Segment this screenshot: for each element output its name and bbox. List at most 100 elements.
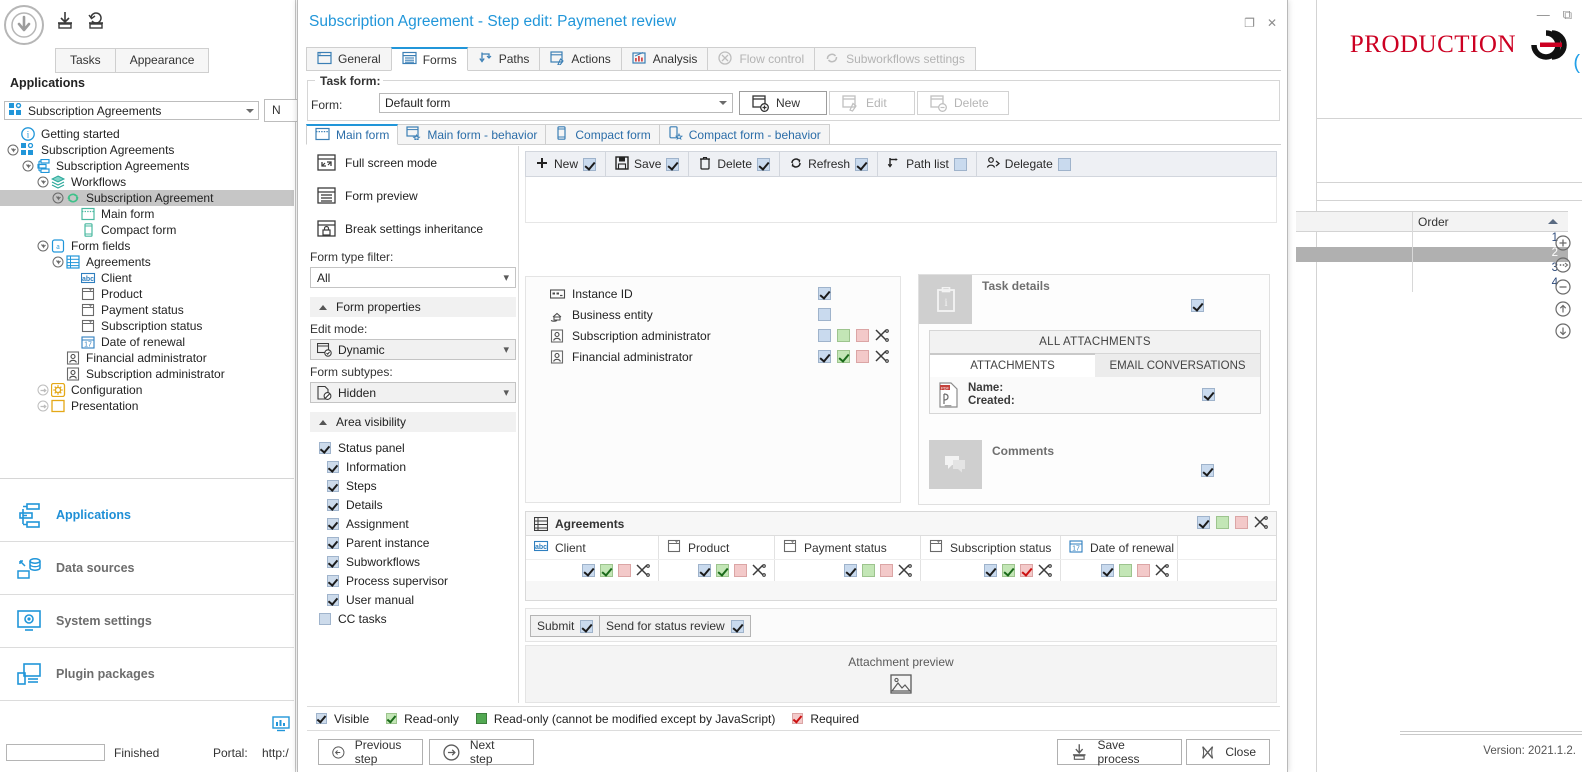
toolbar-visible-checkbox[interactable] [666, 157, 680, 171]
checkbox[interactable] [327, 593, 339, 606]
previous-step-button[interactable]: Previous step [318, 738, 423, 766]
status-field[interactable] [6, 744, 105, 761]
agreements-column-subscription-status[interactable]: Subscription status [921, 536, 1061, 559]
import-icon[interactable] [55, 10, 75, 32]
edit-mode-select[interactable]: Dynamic ▾ [310, 339, 516, 360]
tree-item-date-of-renewal[interactable]: 17 Date of renewal [0, 334, 294, 350]
submit-visible-checkbox[interactable] [580, 619, 594, 633]
area-visibility-user-manual[interactable]: User manual [307, 590, 518, 609]
checkbox[interactable] [327, 574, 339, 587]
new-form-button[interactable]: New [739, 91, 827, 115]
tree-expander[interactable] [21, 160, 34, 173]
form-toolbar-delete[interactable]: Delete [689, 152, 781, 176]
tree-item-payment-status[interactable]: Payment status [0, 302, 294, 318]
grid-col-order-header[interactable]: Order [1418, 212, 1449, 232]
subtab-main-form-behavior[interactable]: Main form - behavior [397, 124, 547, 145]
tree-item-subscription-agreements[interactable]: Subscription Agreements [0, 158, 294, 174]
tree-item-workflows[interactable]: Workflows [0, 174, 294, 190]
field-visible-checkbox[interactable] [818, 287, 831, 300]
remove-icon[interactable] [1552, 276, 1574, 298]
tree-expander[interactable] [36, 240, 49, 253]
area-visibility-parent-instance[interactable]: Parent instance [307, 533, 518, 552]
table-row[interactable]: 4 [1296, 277, 1568, 292]
column-tools-icon[interactable] [636, 564, 650, 577]
column-readonly-checkbox[interactable] [716, 564, 729, 577]
column-visible-checkbox[interactable] [844, 564, 857, 577]
checkbox[interactable] [327, 479, 339, 492]
table-row[interactable]: 1 [1296, 232, 1568, 247]
tab-actions[interactable]: Actions [539, 47, 622, 71]
field-readonly-checkbox[interactable] [837, 350, 850, 363]
field-readonly-checkbox[interactable] [837, 329, 850, 342]
form-subtypes-select[interactable]: Hidden ▾ [310, 382, 516, 403]
tree-item-subscription-status[interactable]: Subscription status [0, 318, 294, 334]
tree-item-product[interactable]: Product [0, 286, 294, 302]
agreements-required-checkbox[interactable] [1235, 516, 1248, 529]
tab-tasks[interactable]: Tasks [55, 48, 116, 73]
tree-expander[interactable] [36, 384, 49, 397]
toolbar-visible-checkbox[interactable] [855, 157, 869, 171]
column-visible-checkbox[interactable] [984, 564, 997, 577]
form-properties-section[interactable]: Form properties [310, 297, 516, 317]
checkbox[interactable] [319, 612, 331, 625]
attachment-visible-checkbox[interactable] [1202, 388, 1215, 401]
form-toolbar-refresh[interactable]: Refresh [780, 152, 879, 176]
column-visible-checkbox[interactable] [582, 564, 595, 577]
form-field-financial-administrator[interactable]: Financial administrator [526, 346, 900, 367]
area-visibility-assignment[interactable]: Assignment [307, 514, 518, 533]
checkbox[interactable] [327, 536, 339, 549]
checkbox[interactable] [327, 555, 339, 568]
tab-email-conversations[interactable]: EMAIL CONVERSATIONS [1095, 353, 1260, 377]
tree-item-subscription-agreement[interactable]: Subscription Agreement [0, 190, 294, 206]
edit-icon[interactable] [1552, 254, 1574, 276]
dialog-maximize-icon[interactable]: ❐ [1244, 16, 1255, 30]
app-select[interactable]: Subscription Agreements [4, 101, 259, 120]
form-field-instance-id[interactable]: Instance ID [526, 283, 900, 304]
column-readonly-checkbox[interactable] [1119, 564, 1132, 577]
task-details-visible-checkbox[interactable] [1191, 299, 1204, 312]
subtab-compact-form-behavior[interactable]: Compact form - behavior [658, 124, 830, 145]
checkbox[interactable] [327, 498, 339, 511]
toolbar-visible-checkbox[interactable] [583, 157, 597, 171]
tree-expander[interactable] [51, 256, 64, 269]
break-settings-inheritance-button[interactable]: Break settings inheritance [307, 212, 518, 245]
form-field-subscription-administrator[interactable]: Subscription administrator [526, 325, 900, 346]
column-tools-icon[interactable] [1155, 564, 1169, 577]
tab-paths[interactable]: Paths [466, 47, 541, 71]
form-type-filter-select[interactable]: All ▾ [310, 267, 516, 288]
column-readonly-checkbox[interactable] [600, 564, 613, 577]
tree-item-configuration[interactable]: Configuration [0, 382, 294, 398]
table-row[interactable]: 3 [1296, 262, 1568, 277]
table-row[interactable]: 2 [1296, 247, 1568, 262]
agreements-column-payment-status[interactable]: Payment status [775, 536, 921, 559]
move-up-icon[interactable] [1552, 298, 1574, 320]
area-visibility-subworkflows[interactable]: Subworkflows [307, 552, 518, 571]
refresh-icon[interactable] [86, 10, 106, 32]
form-toolbar-delegate[interactable]: Delegate [977, 152, 1080, 176]
column-required-checkbox[interactable] [880, 564, 893, 577]
tab-attachments[interactable]: ATTACHMENTS [930, 353, 1095, 377]
next-step-button[interactable]: Next step [429, 738, 534, 766]
column-visible-checkbox[interactable] [698, 564, 711, 577]
tree-expander[interactable] [36, 176, 49, 189]
send-review-visible-checkbox[interactable] [730, 619, 744, 633]
area-visibility-steps[interactable]: Steps [307, 476, 518, 495]
tree-item-client[interactable]: abc Client [0, 270, 294, 286]
tree-expander[interactable] [6, 144, 19, 157]
restore-icon[interactable]: ⧉ [1563, 8, 1572, 21]
column-tools-icon[interactable] [1038, 564, 1052, 577]
agreements-visible-checkbox[interactable] [1197, 516, 1210, 529]
column-required-checkbox[interactable] [1137, 564, 1150, 577]
field-visible-checkbox[interactable] [818, 329, 831, 342]
tree-item-main-form[interactable]: Main form [0, 206, 294, 222]
submit-button[interactable]: Submit [530, 615, 601, 637]
field-required-checkbox[interactable] [856, 350, 869, 363]
move-down-icon[interactable] [1552, 320, 1574, 342]
sort-ascending-icon[interactable] [1548, 219, 1558, 224]
agreements-column-date-of-renewal[interactable]: 17 Date of renewal [1061, 536, 1178, 559]
tree-item-subscription-agreements[interactable]: Subscription Agreements [0, 142, 294, 158]
tree-item-financial-administrator[interactable]: Financial administrator [0, 350, 294, 366]
field-visible-checkbox[interactable] [818, 350, 831, 363]
column-required-checkbox[interactable] [734, 564, 747, 577]
area-visibility-details[interactable]: Details [307, 495, 518, 514]
